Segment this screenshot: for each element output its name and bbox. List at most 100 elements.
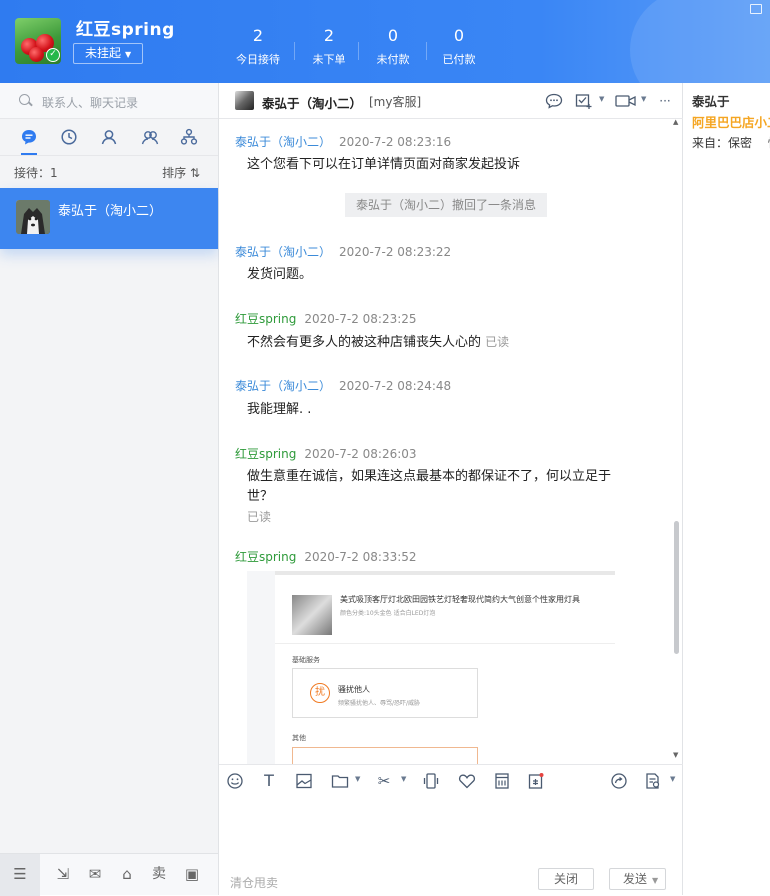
stat-not-ordered[interactable]: 2 未下单 — [294, 27, 364, 67]
left-bottom-bar: ☰ ⇲ ✉ ⌂ 卖 ▣ — [0, 853, 218, 896]
tab-contact[interactable] — [100, 128, 118, 146]
chat-tag: [my客服] — [369, 95, 422, 109]
caret-down-icon[interactable]: ▼ — [599, 95, 604, 103]
tab-group[interactable] — [141, 128, 159, 146]
husky-icon — [16, 200, 50, 234]
message-header: 红豆spring 2020-7-2 08:33:52 — [235, 548, 417, 565]
sender-name[interactable]: 红豆spring — [235, 447, 296, 461]
product-thumb — [292, 595, 332, 635]
send-label: 发送 — [623, 872, 648, 886]
sender-name[interactable]: 泰弘于（淘小二） — [235, 245, 331, 259]
send-button[interactable]: 发送 ▼ — [609, 868, 666, 890]
coupon-icon[interactable] — [527, 772, 545, 790]
message-header: 泰弘于（淘小二） 2020-7-2 08:24:48 — [235, 377, 451, 394]
heart-icon[interactable] — [458, 772, 476, 790]
sender-name[interactable]: 泰弘于（淘小二） — [235, 135, 331, 149]
scissors-icon[interactable]: ✂ — [375, 772, 393, 790]
image-icon[interactable] — [295, 772, 313, 790]
export-icon[interactable]: ⇲ — [53, 864, 73, 884]
caret-down-icon: ▼ — [125, 50, 132, 59]
chat-title: 泰弘于（淘小二） — [262, 96, 363, 111]
search-bar[interactable]: 联系人、聊天记录 — [0, 83, 218, 119]
message-time: 2020-7-2 08:23:25 — [304, 312, 417, 326]
window-restore-icon[interactable] — [750, 4, 762, 14]
stat-value: 0 — [387, 26, 399, 45]
service-option: 扰 骚扰他人 频繁骚扰他人、辱骂/恐吓/威胁 — [292, 668, 478, 718]
sender-name[interactable]: 泰弘于（淘小二） — [235, 379, 331, 393]
more-icon[interactable]: ··· — [656, 93, 674, 109]
scroll-down-icon[interactable]: ▼ — [673, 751, 678, 759]
quick-phrase[interactable]: 清仓甩卖 — [230, 874, 278, 891]
share-icon[interactable] — [610, 772, 628, 790]
input-toolbar: T ▼ ✂ ▼ ▼ — [219, 764, 683, 796]
screenshot-card: 美式吸顶客厅灯北欧田园铁艺灯轻奢现代简约大气创意个性家用灯具 颜色分类:10头金… — [275, 571, 615, 764]
close-button[interactable]: 关闭 — [538, 868, 594, 890]
caret-down-icon[interactable]: ▼ — [641, 95, 646, 103]
stat-label: 未下单 — [312, 53, 346, 66]
video-icon[interactable] — [615, 93, 637, 109]
message-time: 2020-7-2 08:26:03 — [304, 447, 417, 461]
tab-history[interactable] — [60, 128, 78, 146]
product-subtitle: 颜色分类:10头金色 适合白LED灯泡 — [340, 610, 436, 617]
stat-today-received[interactable]: 2 今日接待 — [223, 27, 293, 67]
search-icon — [19, 94, 30, 105]
mail-icon[interactable]: ✉ — [85, 864, 105, 884]
left-panel: 联系人、聊天记录 接待：1 排序 ⇅ 泰弘于（淘小二） ☰ ⇲ ✉ ⌂ 卖 ▣ — [0, 83, 219, 896]
stat-unpaid[interactable]: 0 未付款 — [358, 27, 428, 67]
phone-icon[interactable] — [422, 772, 440, 790]
product-title: 美式吸顶客厅灯北欧田园铁艺灯轻奢现代简约大气创意个性家用灯具 — [340, 595, 580, 604]
store-icon[interactable]: ⌂ — [117, 864, 137, 884]
emoji-icon[interactable] — [226, 772, 244, 790]
stat-label: 已付款 — [442, 53, 476, 66]
panel-icon[interactable]: ▣ — [182, 864, 202, 884]
message-scrollbar[interactable]: ▲ ▼ — [673, 118, 679, 759]
read-status: 已读 — [247, 510, 272, 524]
section-heading: 其他 — [292, 734, 306, 742]
tab-organization[interactable] — [180, 128, 198, 146]
recall-notice: 泰弘于（淘小二）撤回了一条消息 — [345, 193, 547, 217]
service-badge-icon: 扰 — [310, 683, 330, 703]
font-icon[interactable]: T — [260, 772, 278, 790]
folder-icon[interactable] — [331, 772, 349, 790]
message-header: 红豆spring 2020-7-2 08:26:03 — [235, 445, 417, 462]
message-time: 2020-7-2 08:23:16 — [339, 135, 452, 149]
menu-icon[interactable]: ☰ — [10, 864, 30, 884]
caret-down-icon[interactable]: ▼ — [401, 775, 406, 783]
caret-down-icon[interactable]: ▼ — [670, 775, 675, 783]
sell-icon[interactable]: 卖 — [149, 864, 169, 884]
caret-down-icon[interactable]: ▼ — [652, 876, 658, 885]
message-list: 泰弘于（淘小二） 2020-7-2 08:23:16 这个您看下可以在订单详情页面… — [219, 119, 683, 764]
sender-name[interactable]: 红豆spring — [235, 312, 296, 326]
scroll-up-icon[interactable]: ▲ — [673, 118, 678, 126]
stat-value: 2 — [323, 26, 335, 45]
tab-chat[interactable] — [20, 128, 38, 146]
customer-shop[interactable]: 阿里巴巴店小二 — [692, 112, 770, 131]
calculator-icon[interactable] — [493, 772, 511, 790]
queue-bar: 接待：1 排序 ⇅ — [0, 155, 218, 188]
sender-name[interactable]: 红豆spring — [235, 550, 296, 564]
customer-name: 泰弘于 — [692, 94, 730, 109]
screenshot-image[interactable]: 美式吸顶客厅灯北欧田园铁艺灯轻奢现代简约大气创意个性家用灯具 颜色分类:10头金… — [247, 571, 615, 764]
message-text: 发货问题。 — [247, 267, 313, 282]
username: 红豆spring — [76, 20, 175, 40]
stat-paid[interactable]: 0 已付款 — [424, 27, 494, 67]
task-add-icon[interactable] — [575, 93, 593, 109]
header-decoration — [630, 0, 770, 83]
chat-panel: 泰弘于（淘小二） [my客服] ▼ ▼ ··· 泰弘于（淘小二） 2020-7-2… — [219, 83, 683, 895]
sort-button[interactable]: 排序 ⇅ — [162, 164, 200, 181]
caret-down-icon[interactable]: ▼ — [355, 775, 360, 783]
document-icon[interactable] — [644, 772, 662, 790]
message-input-area[interactable]: 清仓甩卖 关闭 发送 ▼ — [219, 796, 683, 895]
read-status: 已读 — [485, 335, 510, 349]
chat-header: 泰弘于（淘小二） [my客服] ▼ ▼ ··· — [219, 83, 683, 119]
message-time: 2020-7-2 08:23:22 — [339, 245, 452, 259]
service-desc: 频繁骚扰他人、辱骂/恐吓/威胁 — [338, 700, 421, 707]
scroll-thumb[interactable] — [674, 521, 679, 654]
status-dropdown[interactable]: 未挂起 ▼ — [73, 43, 143, 64]
message-text: 这个您看下可以在订单详情页面对商家发起投诉 — [247, 157, 521, 172]
section-heading: 基础服务 — [292, 656, 320, 664]
contact-item[interactable]: 泰弘于（淘小二） — [0, 188, 218, 249]
search-input[interactable]: 联系人、聊天记录 — [42, 94, 138, 111]
chat-bubble-icon[interactable] — [545, 93, 563, 109]
status-label: 未挂起 — [85, 46, 122, 60]
